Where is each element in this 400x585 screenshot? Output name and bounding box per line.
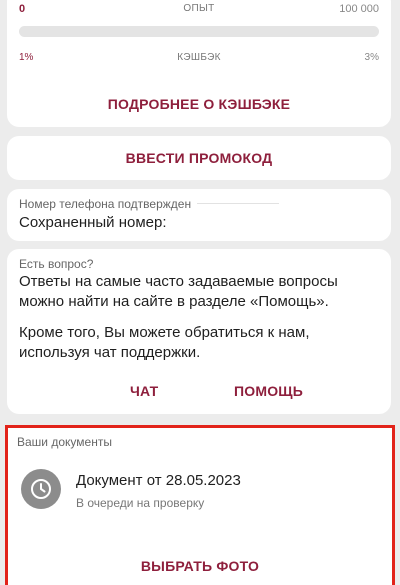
documents-section: Ваши документы Документ от 28.05.2023 В … — [5, 425, 395, 585]
chat-button[interactable]: ЧАТ — [130, 383, 158, 399]
faq-card: Есть вопрос? Ответы на самые часто задав… — [7, 249, 391, 414]
document-status: В очереди на проверку — [76, 496, 205, 510]
experience-max: 100 000 — [339, 3, 379, 15]
saved-number-text: Сохраненный номер: — [19, 214, 167, 231]
faq-text: Ответы на самые часто задаваемые вопросы… — [19, 273, 338, 310]
loyalty-card: 0 ОПЫТ 100 000 1% КЭШБЭК 3% ПОДРОБНЕЕ О … — [7, 0, 391, 127]
promo-card[interactable]: ВВЕСТИ ПРОМОКОД — [7, 136, 391, 180]
support-text: Кроме того, Вы можете обратиться к нам, … — [19, 324, 310, 361]
document-title: Документ от 28.05.2023 — [76, 472, 241, 489]
cashback-label: КЭШБЭК — [177, 52, 221, 63]
documents-caption: Ваши документы — [17, 435, 112, 449]
divider — [197, 203, 279, 204]
faq-actions: ЧАТ ПОМОЩЬ — [7, 383, 391, 403]
enter-promo-button[interactable]: ВВЕСТИ ПРОМОКОД — [7, 150, 391, 166]
experience-progress-bar — [19, 26, 379, 37]
phone-caption: Номер телефона подтвержден — [19, 197, 192, 211]
cashback-max: 3% — [364, 52, 379, 63]
clock-icon — [21, 469, 61, 509]
cashback-details-button[interactable]: ПОДРОБНЕЕ О КЭШБЭКЕ — [7, 96, 391, 112]
choose-photo-button[interactable]: ВЫБРАТЬ ФОТО — [8, 558, 392, 574]
faq-caption: Есть вопрос? — [19, 257, 94, 271]
help-button[interactable]: ПОМОЩЬ — [234, 383, 303, 399]
experience-label: ОПЫТ — [183, 3, 215, 14]
phone-card: Номер телефона подтвержден Сохраненный н… — [7, 189, 391, 241]
